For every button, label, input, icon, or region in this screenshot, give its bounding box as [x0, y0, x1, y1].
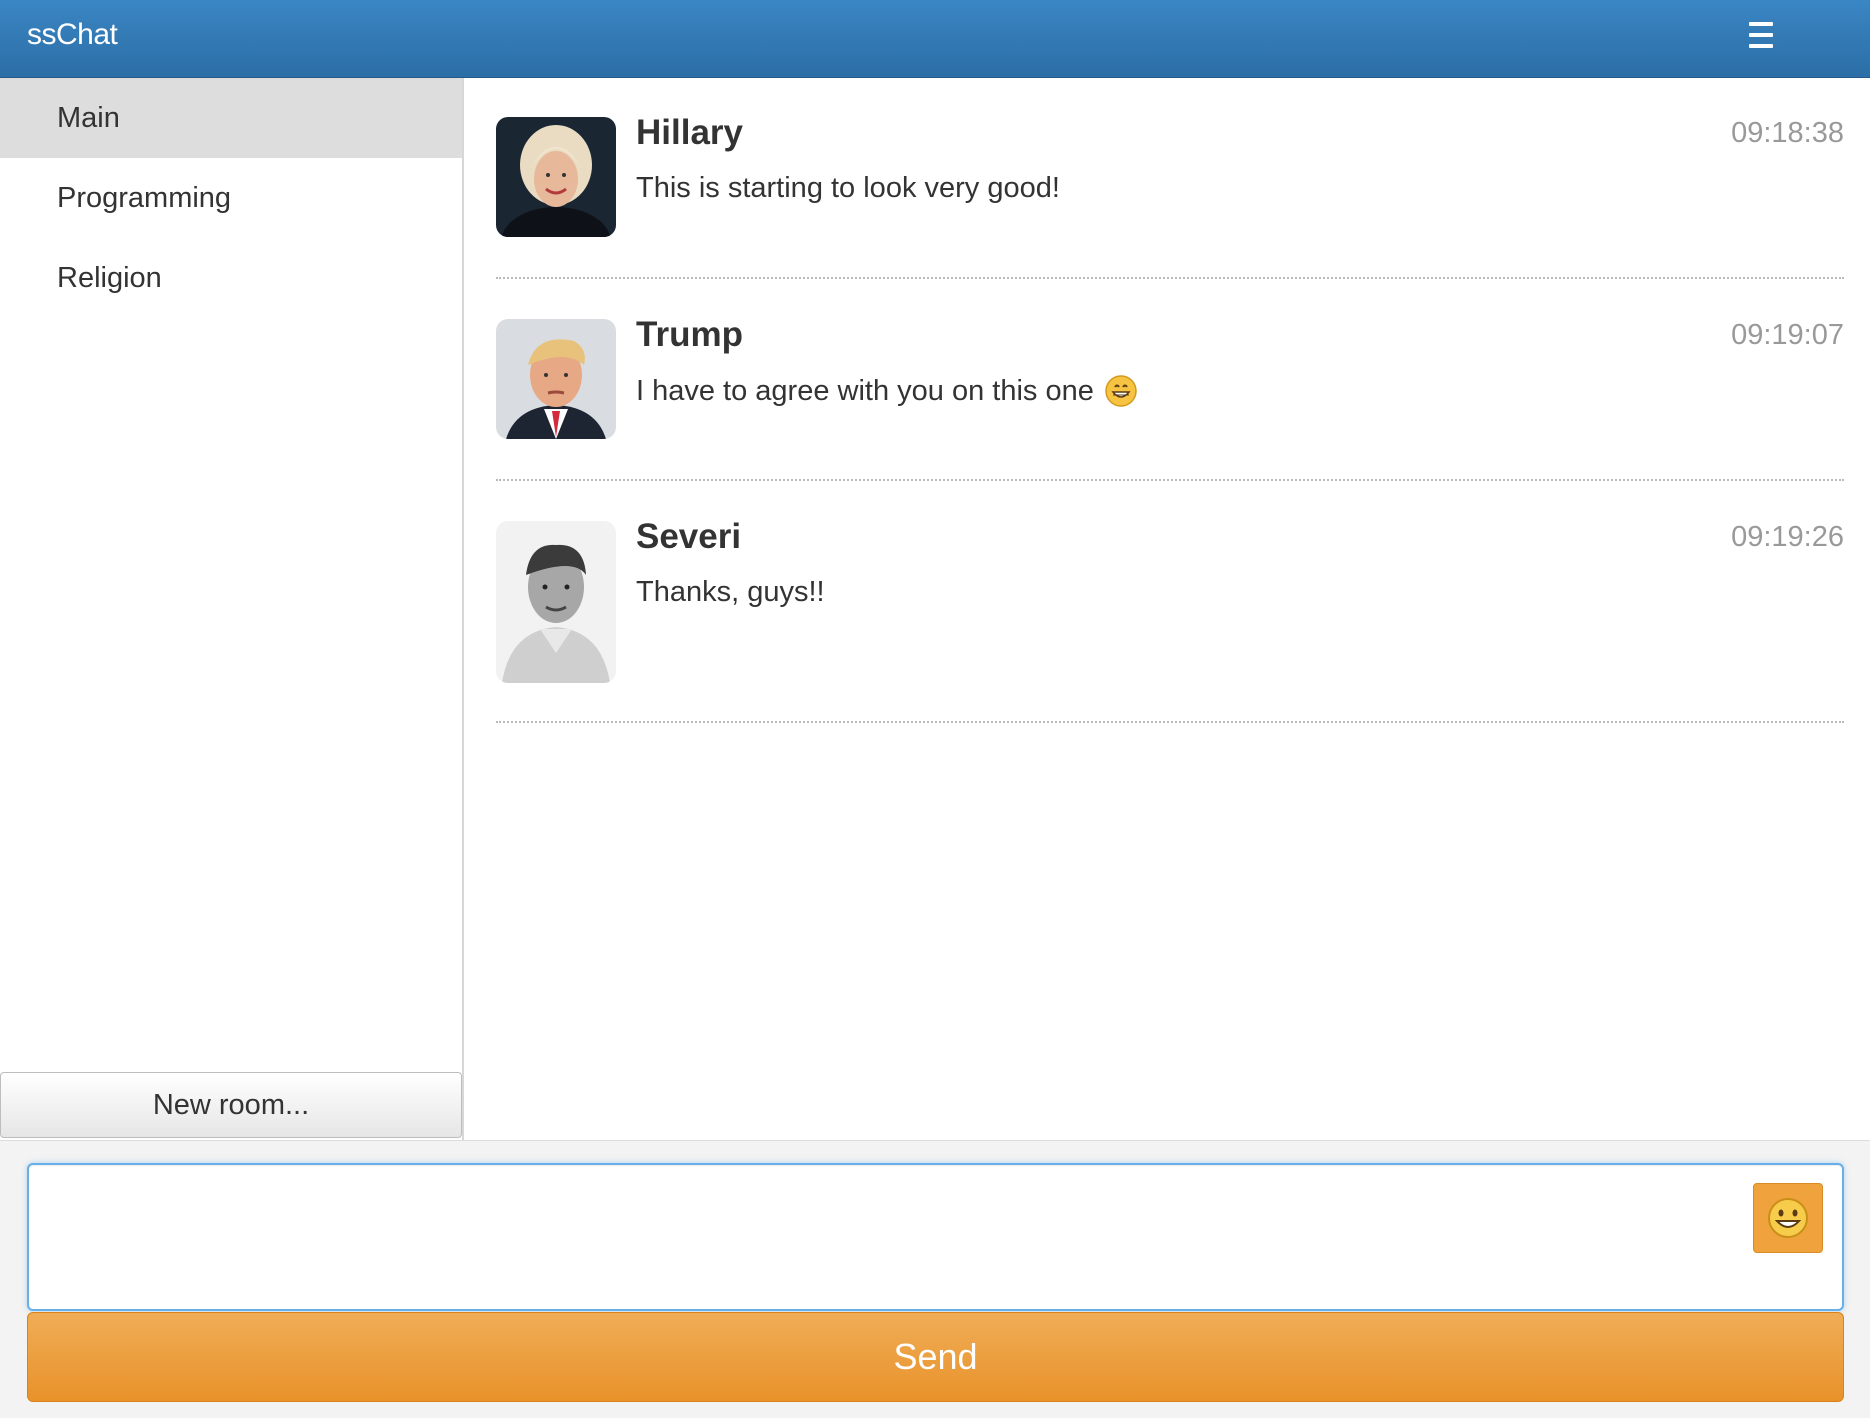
new-room-button[interactable]: New room... [0, 1072, 462, 1138]
avatar [496, 117, 616, 237]
hamburger-menu-icon[interactable] [1737, 16, 1785, 54]
avatar [496, 521, 616, 683]
grinning-face-icon [1104, 374, 1138, 408]
message-body: This is starting to look very good! [636, 172, 1060, 204]
menu-bar [1749, 33, 1773, 37]
menu-bar [1749, 44, 1773, 48]
message-timestamp: 09:18:38 [1731, 117, 1844, 149]
message-body: I have to agree with you on this one [636, 374, 1094, 407]
message-timestamp: 09:19:26 [1731, 521, 1844, 553]
message-input[interactable] [29, 1165, 1842, 1309]
message-item: Trump 09:19:07 I have to agree with you … [496, 315, 1844, 481]
message-item: Hillary 09:18:38 This is starting to loo… [496, 113, 1844, 279]
room-sidebar: Main Programming Religion New room... [0, 78, 464, 1140]
send-button[interactable]: Send [27, 1312, 1844, 1402]
message-item: Severi 09:19:26 Thanks, guys!! [496, 517, 1844, 723]
smiley-face-icon [1768, 1198, 1808, 1238]
room-item-main[interactable]: Main [0, 78, 462, 158]
avatar [496, 319, 616, 439]
message-timestamp: 09:19:07 [1731, 319, 1844, 351]
room-item-programming[interactable]: Programming [0, 158, 462, 238]
room-item-religion[interactable]: Religion [0, 238, 462, 318]
menu-bar [1749, 22, 1773, 26]
message-text: I have to agree with you on this one [636, 374, 1138, 408]
app-brand[interactable]: ssChat [27, 18, 118, 52]
message-author: Hillary [636, 113, 743, 152]
message-author: Severi [636, 517, 742, 556]
emoji-picker-button[interactable] [1753, 1183, 1823, 1253]
message-author: Trump [636, 315, 743, 354]
message-text: This is starting to look very good! [636, 172, 1060, 205]
message-input-box[interactable] [27, 1163, 1844, 1311]
message-text: Thanks, guys!! [636, 576, 825, 609]
message-body: Thanks, guys!! [636, 576, 825, 608]
top-navbar: ssChat [0, 0, 1870, 78]
message-list[interactable]: Hillary 09:18:38 This is starting to loo… [466, 78, 1870, 1140]
message-composer: Send [0, 1140, 1870, 1418]
